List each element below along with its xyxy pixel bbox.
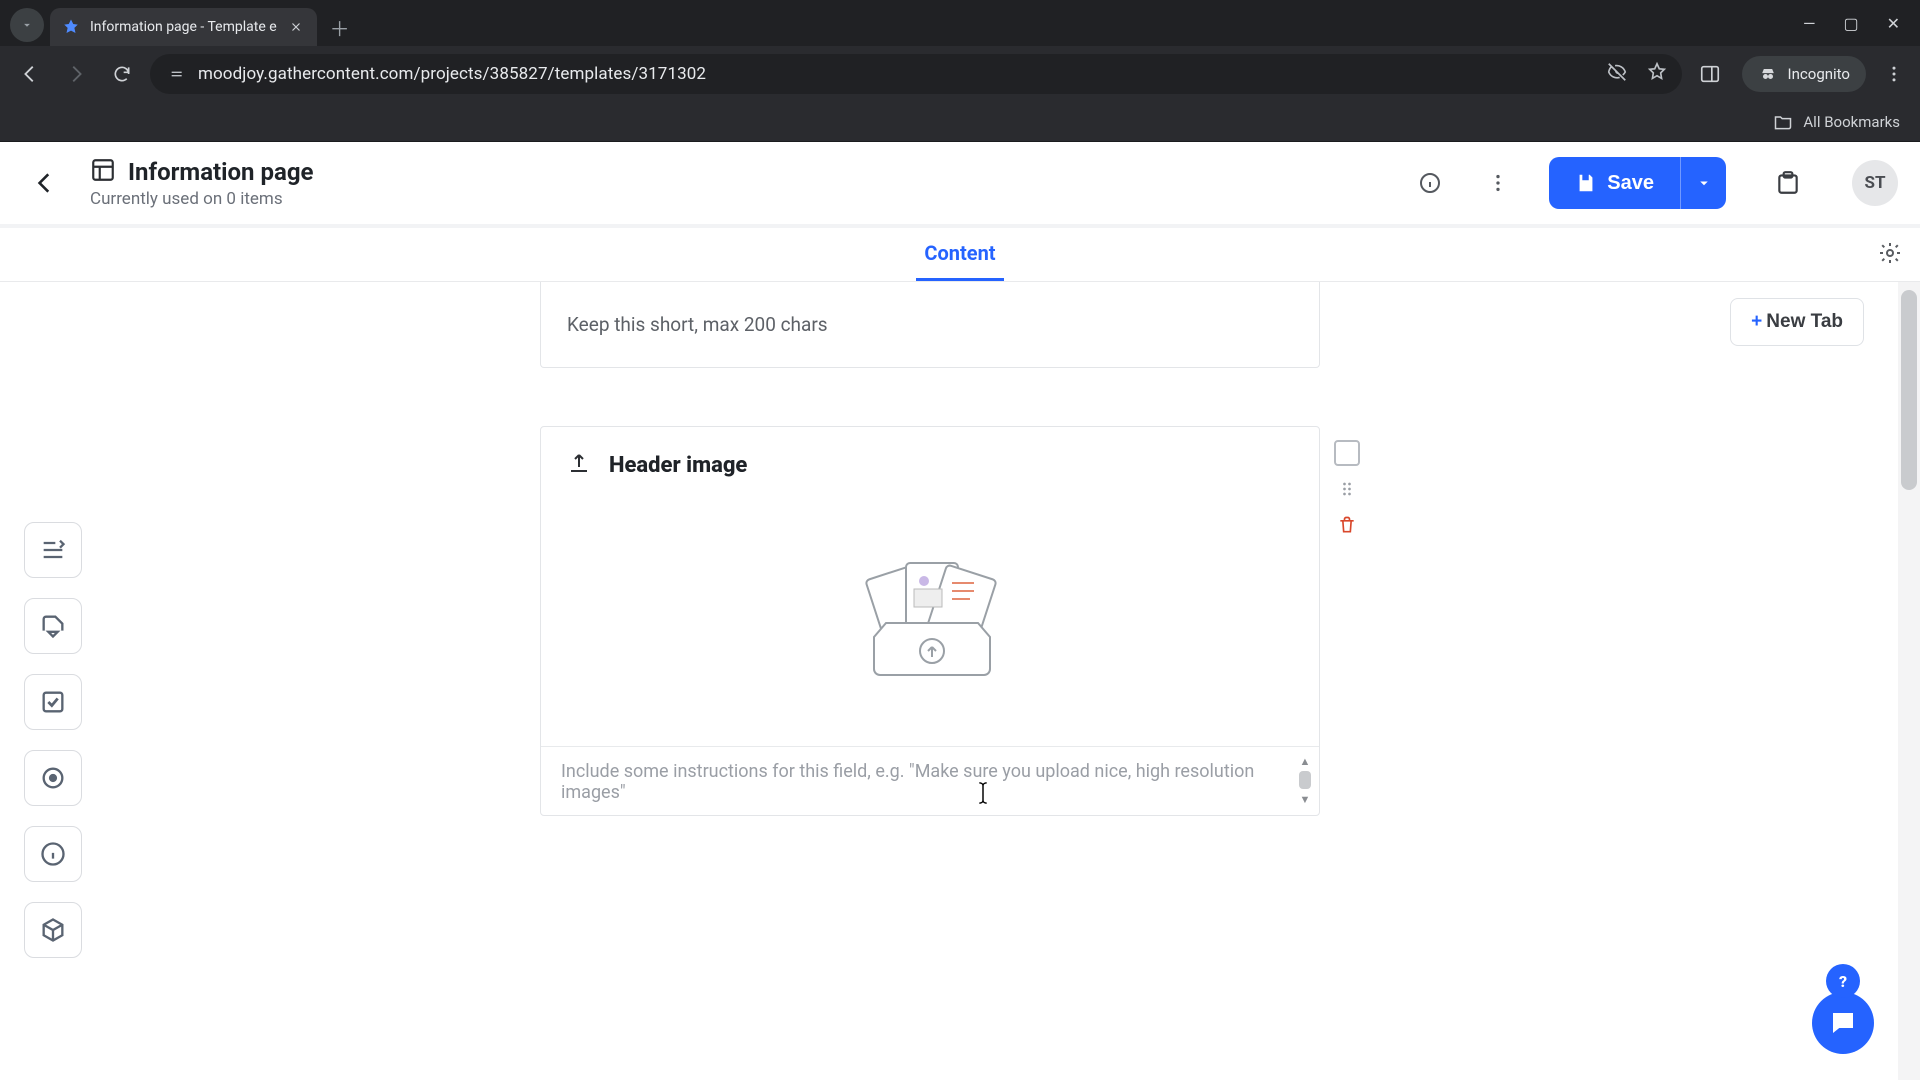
title-block: Information page Currently used on 0 ite…	[90, 157, 313, 209]
user-avatar[interactable]: ST	[1852, 160, 1898, 206]
intercom-launcher[interactable]	[1812, 992, 1874, 1054]
hint-text: Keep this short, max 200 chars	[567, 313, 828, 336]
browser-menu-button[interactable]	[1880, 64, 1908, 84]
help-button[interactable]: ?	[1826, 964, 1860, 998]
tab-favicon	[62, 18, 80, 36]
dropzone-illustration-icon	[840, 553, 1020, 683]
tab-content[interactable]: Content	[916, 228, 1003, 281]
window-maximize-icon[interactable]: ▢	[1843, 14, 1858, 33]
tab-strip: Information page - Template e ＋ ― ▢ ✕	[0, 0, 1920, 46]
address-url: moodjoy.gathercontent.com/projects/38582…	[198, 64, 1594, 84]
editor-canvas: +New Tab Keep this short, max 200 chars …	[0, 282, 1920, 1080]
save-button-group: Save	[1549, 157, 1726, 209]
instructions-scrollbar[interactable]: ▲ ▼	[1297, 755, 1313, 807]
upload-icon	[567, 451, 591, 479]
new-browser-tab-button[interactable]: ＋	[325, 12, 355, 42]
rail-guideline-button[interactable]	[24, 826, 82, 882]
new-tab-button[interactable]: +New Tab	[1730, 298, 1864, 346]
save-label: Save	[1607, 172, 1654, 195]
app-header: Information page Currently used on 0 ite…	[0, 142, 1920, 228]
search-tabs-button[interactable]	[10, 8, 44, 42]
bookmark-star-icon[interactable]	[1646, 61, 1668, 87]
content-tab-bar: Content	[0, 228, 1920, 282]
nav-back-button[interactable]	[12, 56, 48, 92]
field-side-actions	[1334, 440, 1360, 538]
page-title: Information page	[128, 158, 313, 186]
rail-radio-button[interactable]	[24, 750, 82, 806]
window-minimize-icon[interactable]: ―	[1803, 14, 1816, 33]
app-viewport: Information page Currently used on 0 ite…	[0, 142, 1920, 1080]
site-settings-icon[interactable]	[164, 63, 186, 85]
help-question-mark: ?	[1839, 972, 1847, 991]
browser-toolbar: moodjoy.gathercontent.com/projects/38582…	[0, 46, 1920, 102]
upload-dropzone[interactable]	[541, 489, 1319, 746]
all-bookmarks-button[interactable]: All Bookmarks	[1773, 112, 1900, 132]
field-type-rail	[24, 522, 82, 958]
rail-checkbox-button[interactable]	[24, 674, 82, 730]
template-icon	[90, 157, 116, 187]
side-panel-icon[interactable]	[1692, 56, 1728, 92]
canvas-scrollbar[interactable]	[1898, 282, 1920, 1080]
instructions-scroll-thumb[interactable]	[1299, 771, 1311, 789]
drag-handle-icon[interactable]	[1334, 476, 1360, 502]
rail-text-field-button[interactable]	[24, 522, 82, 578]
incognito-indicator[interactable]: Incognito	[1742, 56, 1866, 92]
browser-chrome: Information page - Template e ＋ ― ▢ ✕ mo…	[0, 0, 1920, 142]
avatar-initials: ST	[1864, 173, 1885, 193]
new-tab-label: New Tab	[1766, 311, 1843, 332]
window-controls: ― ▢ ✕	[1803, 0, 1914, 46]
all-bookmarks-label: All Bookmarks	[1803, 113, 1900, 131]
duplicate-field-button[interactable]	[1334, 440, 1360, 466]
scrollbar-thumb[interactable]	[1901, 290, 1917, 490]
nav-reload-button[interactable]	[104, 56, 140, 92]
upload-field-title: Header image	[609, 453, 747, 478]
nav-forward-button[interactable]	[58, 56, 94, 92]
save-dropdown-button[interactable]	[1680, 157, 1726, 209]
plus-icon: +	[1751, 311, 1762, 332]
upload-field-card[interactable]: Header image	[540, 426, 1320, 816]
page-subtitle: Currently used on 0 items	[90, 189, 313, 209]
scroll-down-icon[interactable]: ▼	[1297, 793, 1313, 807]
scroll-up-icon[interactable]: ▲	[1297, 755, 1313, 769]
instructions-input[interactable]	[541, 747, 1319, 811]
more-menu-button[interactable]	[1475, 160, 1521, 206]
help-widgets: ?	[1812, 964, 1874, 1054]
rail-attachment-button[interactable]	[24, 598, 82, 654]
assign-button[interactable]	[1764, 159, 1812, 207]
bookmarks-bar: All Bookmarks	[0, 102, 1920, 142]
save-button[interactable]: Save	[1549, 157, 1680, 209]
info-button[interactable]	[1407, 160, 1453, 206]
app-back-button[interactable]	[22, 160, 68, 206]
rail-component-button[interactable]	[24, 902, 82, 958]
window-close-icon[interactable]: ✕	[1887, 14, 1900, 33]
tab-title: Information page - Template e	[90, 19, 277, 35]
hint-card[interactable]: Keep this short, max 200 chars	[540, 282, 1320, 368]
eye-off-icon[interactable]	[1606, 61, 1628, 87]
delete-field-button[interactable]	[1334, 512, 1360, 538]
tab-close-icon[interactable]	[287, 18, 305, 36]
browser-tab-active[interactable]: Information page - Template e	[50, 8, 317, 46]
tab-settings-icon[interactable]	[1878, 241, 1902, 269]
incognito-label: Incognito	[1788, 65, 1850, 83]
instructions-wrap: ▲ ▼	[541, 746, 1319, 815]
address-bar[interactable]: moodjoy.gathercontent.com/projects/38582…	[150, 54, 1682, 94]
